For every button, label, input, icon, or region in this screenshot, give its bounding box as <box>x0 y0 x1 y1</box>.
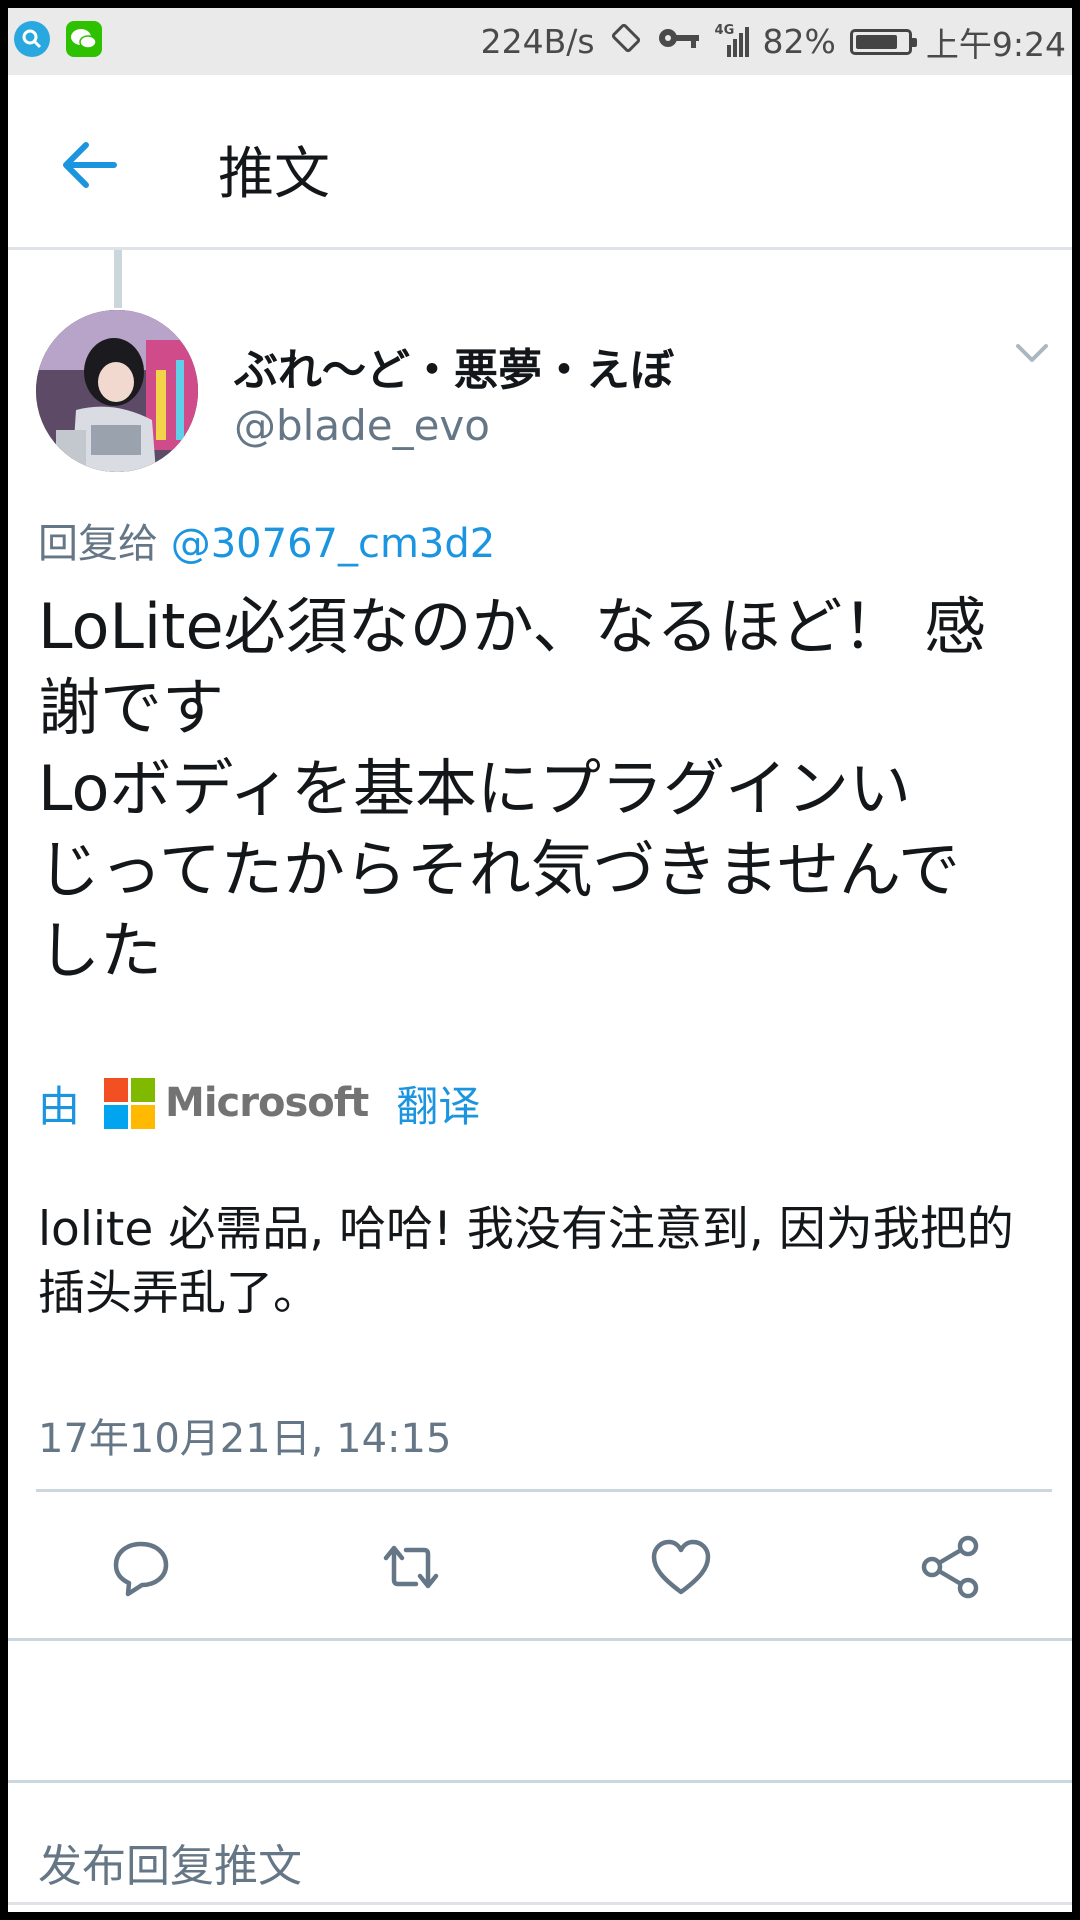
signal-icon: 4G <box>715 23 749 59</box>
chevron-down-icon[interactable] <box>1012 338 1052 368</box>
share-icon[interactable] <box>918 1534 984 1600</box>
translated-text: lolite 必需品, 哈哈! 我没有注意到, 因为我把的插头弄乱了。 <box>38 1202 1014 1321</box>
translate-prefix: 由 <box>38 1081 81 1131</box>
avatar[interactable] <box>36 310 198 472</box>
wechat-icon <box>66 21 102 57</box>
back-arrow-icon[interactable] <box>58 135 118 195</box>
status-bar: 224B/s 4G 82% 上午9:24 <box>8 8 1072 75</box>
translate-suffix: 翻译 <box>396 1081 481 1131</box>
reply-input[interactable]: 发布回复推文 <box>38 1830 302 1894</box>
microsoft-logo-icon <box>104 1077 156 1129</box>
battery-fill <box>855 34 897 49</box>
display-name[interactable]: ぶれ〜ど・悪夢・えぼ <box>234 334 674 398</box>
like-icon[interactable] <box>648 1534 714 1600</box>
clock: 上午9:24 <box>925 24 1066 64</box>
user-handle[interactable]: @blade_evo <box>234 401 490 450</box>
page-title: 推文 <box>218 142 330 207</box>
screen: 224B/s 4G 82% 上午9:24 推文 ぶれ〜ど・悪夢・えぼ @blad… <box>8 8 1072 1912</box>
reply-icon[interactable] <box>108 1534 174 1600</box>
rotate-icon <box>609 21 643 63</box>
retweet-icon[interactable] <box>378 1534 444 1600</box>
top-bar: 推文 <box>8 75 1072 250</box>
battery-percent: 82% <box>762 22 836 61</box>
bottom-divider <box>8 1902 1072 1912</box>
thread-line <box>114 250 122 308</box>
reply-prefix: 回复给 <box>38 521 158 567</box>
battery-icon <box>849 28 917 55</box>
tweet-text: LoLite必須なのか、なるほど！ 感 謝です Loボディを基本にプラグインい … <box>38 590 987 987</box>
action-bar <box>8 1492 1072 1638</box>
key-icon <box>657 22 701 61</box>
status-right: 224B/s 4G 82% 上午9:24 <box>481 8 1066 75</box>
search-app-icon <box>14 21 50 57</box>
translate-attribution[interactable]: 由 Microsoft 翻译 <box>38 1068 480 1138</box>
reply-to-line: 回复给 @30767_cm3d2 <box>38 511 495 569</box>
divider <box>8 1780 1072 1783</box>
divider <box>8 1638 1072 1641</box>
translate-provider: Microsoft <box>165 1080 369 1126</box>
reply-mention-link[interactable]: @30767_cm3d2 <box>171 521 496 567</box>
net-speed: 224B/s <box>480 22 595 61</box>
tweet-timestamp: 17年10月21日, 14:15 <box>38 1416 452 1462</box>
